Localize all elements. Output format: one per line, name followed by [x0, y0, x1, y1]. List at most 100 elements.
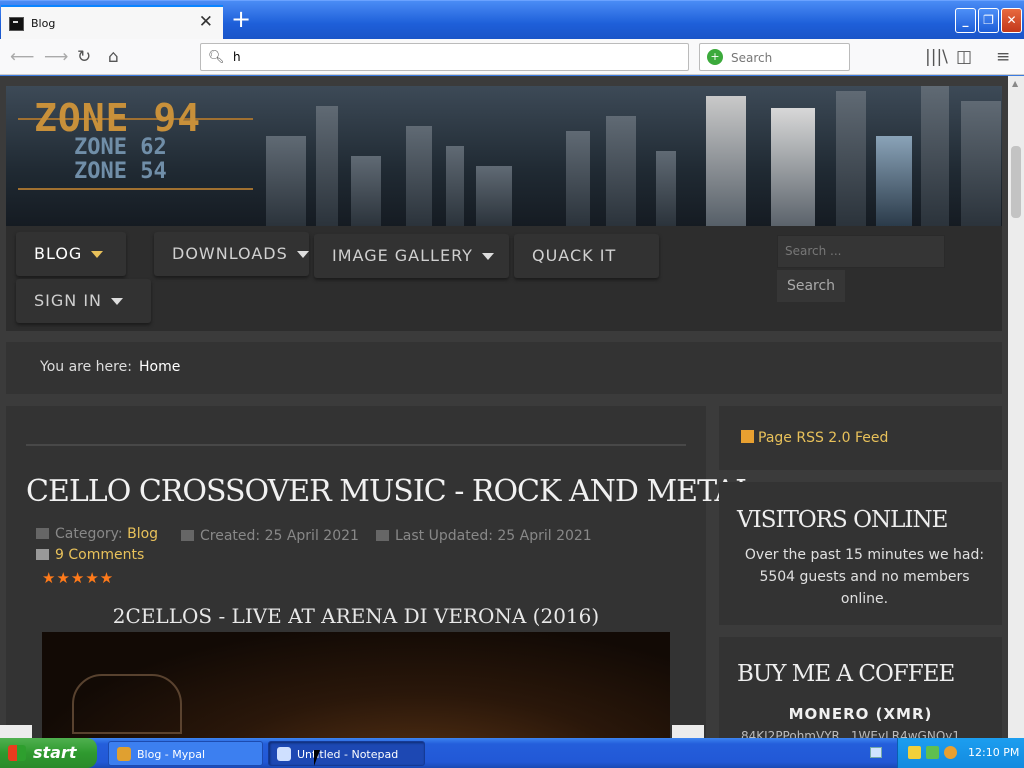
menu-item-downloads[interactable]: DOWNLOADS: [154, 232, 309, 276]
article-updated: Last Updated: 25 April 2021: [376, 528, 592, 544]
menu-item-label: BLOG: [34, 244, 83, 263]
sidebar-visitors-module: VISITORS ONLINE Over the past 15 minutes…: [719, 482, 1002, 625]
banner-building: [656, 151, 676, 226]
banner-building: [351, 156, 381, 226]
monero-address: 84KI2PPohmVYR...1WEyLR4wGNQy1: [741, 729, 960, 738]
vertical-scrollbar[interactable]: ▲: [1008, 76, 1024, 738]
shield-icon[interactable]: [908, 746, 921, 759]
comment-icon: [36, 549, 49, 560]
taskbar-item-mypal[interactable]: Blog - Mypal: [108, 741, 263, 766]
updated-date: Last Updated: 25 April 2021: [395, 528, 592, 544]
site-logo-sub: ZONE 62 ZONE 54: [74, 136, 167, 184]
search-box-placeholder[interactable]: Search: [731, 51, 772, 65]
address-bar-text[interactable]: h: [233, 50, 241, 64]
scroll-up-icon[interactable]: ▲: [1012, 79, 1018, 88]
banner-building: [921, 86, 949, 226]
banner-building: [876, 136, 912, 226]
back-arrow-icon[interactable]: ⟵: [10, 48, 34, 66]
menu-item-label: DOWNLOADS: [172, 244, 288, 263]
menu-item-image-gallery[interactable]: IMAGE GALLERY: [314, 234, 509, 278]
article-category: Category: Blog: [36, 526, 158, 542]
scrollbar-thumb[interactable]: [1011, 146, 1021, 218]
home-icon[interactable]: ⌂: [108, 48, 119, 66]
breadcrumb-label: You are here:: [40, 359, 132, 375]
category-link[interactable]: Blog: [127, 526, 158, 542]
search-engine-icon: +: [707, 49, 723, 65]
folder-icon: [36, 528, 49, 539]
article: CELLO CROSSOVER MUSIC - ROCK AND METAL C…: [6, 406, 755, 738]
page-viewport: ZONE 94 ZONE 62 ZONE 54 BLOG DOWNLOADS I…: [0, 76, 1008, 738]
chevron-down-icon: [91, 251, 104, 258]
site-logo-main[interactable]: ZONE 94: [34, 96, 201, 140]
browser-tab-strip: Blog ✕ + _ ❐ ✕: [0, 0, 1024, 40]
menu-item-sign-in[interactable]: SIGN IN: [16, 279, 151, 323]
window-close-button[interactable]: ✕: [1001, 8, 1022, 33]
address-bar[interactable]: 🔍︎ h: [200, 43, 689, 71]
banner-building: [836, 91, 866, 226]
hamburger-menu-icon[interactable]: ≡: [996, 48, 1010, 66]
monero-label: MONERO (XMR): [788, 705, 933, 723]
library-icon[interactable]: |||\: [925, 48, 948, 66]
horizontal-scrollbar-right[interactable]: [672, 725, 704, 738]
network-icon[interactable]: [926, 746, 939, 759]
browser-search-box[interactable]: + Search: [699, 43, 850, 71]
site-search-button[interactable]: Search: [777, 270, 845, 302]
start-button[interactable]: start: [0, 738, 97, 768]
article-subtitle: 2CELLOS - LIVE AT ARENA DI VERONA (2016): [112, 604, 600, 628]
banner-building: [406, 126, 432, 226]
banner-building: [446, 146, 464, 226]
article-title[interactable]: CELLO CROSSOVER MUSIC - ROCK AND METAL: [26, 474, 755, 509]
sidebar-icon[interactable]: ◫: [956, 48, 972, 66]
chevron-down-icon: [111, 298, 124, 305]
keyboard-icon[interactable]: [870, 747, 882, 758]
article-comments: 9 Comments: [36, 547, 144, 563]
taskbar: start Blog - Mypal Untitled - Notepad 12…: [0, 738, 1024, 768]
created-date: Created: 25 April 2021: [200, 528, 359, 544]
close-tab-icon[interactable]: ✕: [199, 12, 213, 32]
arena-arch: [72, 674, 182, 734]
new-tab-plus-icon[interactable]: +: [230, 6, 252, 32]
search-icon: 🔍︎: [208, 50, 225, 65]
mouse-cursor-icon: [314, 750, 320, 766]
taskbar-item-label: Untitled - Notepad: [297, 748, 399, 761]
horizontal-scrollbar-left[interactable]: [0, 725, 32, 738]
site-logo-sub2: ZONE 54: [74, 159, 167, 184]
tab-title: Blog: [31, 17, 56, 30]
rss-feed-link[interactable]: Page RSS 2.0 Feed: [741, 430, 888, 446]
breadcrumb-home-link[interactable]: Home: [139, 359, 180, 375]
sidebar-coffee-module: BUY ME A COFFEE MONERO (XMR) 84KI2PPohmV…: [719, 637, 1002, 738]
category-label: Category:: [55, 526, 123, 542]
windows-flag-icon: [8, 745, 26, 761]
chevron-down-icon: [481, 253, 494, 260]
site-search-input[interactable]: Search ...: [777, 235, 945, 268]
banner-building: [771, 108, 815, 226]
reload-icon[interactable]: ↻: [77, 48, 91, 66]
banner-building: [316, 106, 338, 226]
comments-link[interactable]: 9 Comments: [55, 547, 144, 563]
article-created: Created: 25 April 2021: [181, 528, 359, 544]
site-main-menu: BLOG DOWNLOADS IMAGE GALLERY QUACK IT SI…: [6, 226, 1002, 331]
visitors-title: VISITORS ONLINE: [737, 507, 948, 533]
coffee-title: BUY ME A COFFEE: [737, 661, 955, 687]
banner-building: [566, 131, 590, 226]
site-favicon-icon: [9, 17, 24, 31]
rating-stars[interactable]: ★★★★★: [42, 569, 114, 587]
visitors-text: Over the past 15 minutes we had: 5504 gu…: [744, 547, 985, 607]
taskbar-item-label: Blog - Mypal: [137, 748, 206, 761]
rss-label: Page RSS 2.0 Feed: [758, 430, 889, 446]
window-restore-button[interactable]: ❐: [978, 8, 999, 33]
browser-tab-blog[interactable]: Blog ✕: [1, 5, 223, 40]
calendar-icon: [181, 530, 194, 541]
menu-item-blog[interactable]: BLOG: [16, 232, 126, 276]
divider: [26, 444, 686, 446]
search-tray-icon[interactable]: [944, 746, 957, 759]
forward-arrow-icon[interactable]: ⟶: [44, 48, 68, 66]
start-label: start: [33, 743, 77, 762]
video-thumbnail[interactable]: [42, 632, 670, 738]
menu-item-quack-it[interactable]: QUACK IT: [514, 234, 659, 278]
rss-icon: [741, 430, 754, 443]
mypal-icon: [117, 747, 131, 761]
calendar-icon: [376, 530, 389, 541]
window-minimize-button[interactable]: _: [955, 8, 976, 33]
taskbar-item-notepad[interactable]: Untitled - Notepad: [268, 741, 425, 766]
